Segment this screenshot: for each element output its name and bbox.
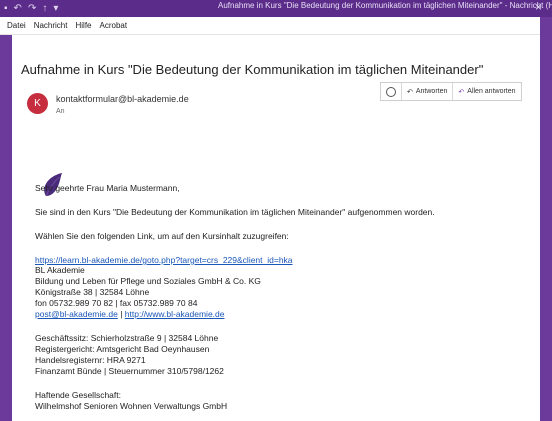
close-icon[interactable]: ×: [535, 0, 542, 14]
menu-nachricht[interactable]: Nachricht: [34, 21, 68, 30]
email-subject: Aufnahme in Kurs "Die Bedeutung der Komm…: [21, 62, 484, 77]
paragraph-link-intro: Wählen Sie den folgenden Link, um auf de…: [35, 231, 289, 241]
legal-tax: Finanzamt Bünde | Steuernummer 310/5798/…: [35, 366, 224, 376]
reply-label: Antworten: [415, 88, 448, 95]
to-label: An: [56, 108, 65, 115]
reply-button[interactable]: ↶ Antworten: [402, 83, 454, 100]
window-title: Aufnahme in Kurs "Die Bedeutung der Komm…: [218, 1, 552, 10]
paragraph-enrolled: Sie sind in den Kurs "Die Bedeutung der …: [35, 207, 435, 217]
up-icon[interactable]: ↑: [42, 3, 47, 14]
legal-register: Handelsregisternr: HRA 9271: [35, 355, 146, 365]
menu-acrobat[interactable]: Acrobat: [100, 21, 128, 30]
reply-all-button[interactable]: ↶ Allen antworten: [453, 83, 520, 100]
window-frame-left: [0, 0, 12, 421]
course-link[interactable]: https://learn.bl-akademie.de/goto.php?ta…: [35, 255, 293, 266]
avatar-letter: K: [34, 98, 41, 109]
greeting: Sehr geehrte Frau Maria Mustermann,: [35, 183, 180, 193]
reply-actions: ↶ Antworten ↶ Allen antworten: [380, 82, 522, 101]
signature-company: Bildung und Leben für Pflege und Soziale…: [35, 276, 261, 286]
sender-address[interactable]: kontaktformular@bl-akademie.de: [56, 94, 189, 104]
separator: |: [120, 309, 123, 319]
signature-contact: post@bl-akademie.de | http://www.bl-akad…: [35, 309, 225, 320]
website-link[interactable]: http://www.bl-akademie.de: [125, 309, 225, 319]
reply-icon: ↶: [407, 88, 413, 96]
reply-all-label: Allen antworten: [467, 88, 516, 95]
signature-address: Königstraße 38 | 32584 Löhne: [35, 287, 150, 297]
signature-name: BL Akademie: [35, 265, 85, 275]
avatar[interactable]: K: [27, 93, 48, 114]
signature-phone: fon 05732.989 70 82 | fax 05732.989 70 8…: [35, 298, 198, 308]
legal-court: Registergericht: Amtsgericht Bad Oeynhau…: [35, 344, 210, 354]
legal-seat: Geschäftssitz: Schierholzstraße 9 | 3258…: [35, 333, 219, 343]
title-bar: ▪ ↶ ↷ ↑ ▾ Aufnahme in Kurs "Die Bedeutun…: [0, 0, 552, 17]
menu-bar: Datei Nachricht Hilfe Acrobat: [0, 17, 540, 35]
reply-all-icon: ↶: [458, 88, 465, 96]
menu-hilfe[interactable]: Hilfe: [75, 21, 91, 30]
redo-icon[interactable]: ↷: [28, 3, 36, 14]
reading-pane: Aufnahme in Kurs "Die Bedeutung der Komm…: [12, 35, 540, 421]
window-frame-right: [540, 0, 552, 421]
undo-icon[interactable]: ↶: [14, 3, 22, 14]
liability-label: Haftende Gesellschaft:: [35, 390, 121, 400]
quick-access-toolbar: ▪ ↶ ↷ ↑ ▾: [0, 3, 58, 14]
liability-company: Wilhelmshof Senioren Wohnen Verwaltungs …: [35, 401, 228, 411]
smiley-icon: [386, 86, 396, 97]
menu-datei[interactable]: Datei: [7, 21, 26, 30]
save-icon[interactable]: ▪: [4, 3, 8, 14]
emoji-button[interactable]: [381, 83, 402, 100]
email-link[interactable]: post@bl-akademie.de: [35, 309, 118, 319]
chevron-down-icon[interactable]: ▾: [53, 3, 58, 14]
